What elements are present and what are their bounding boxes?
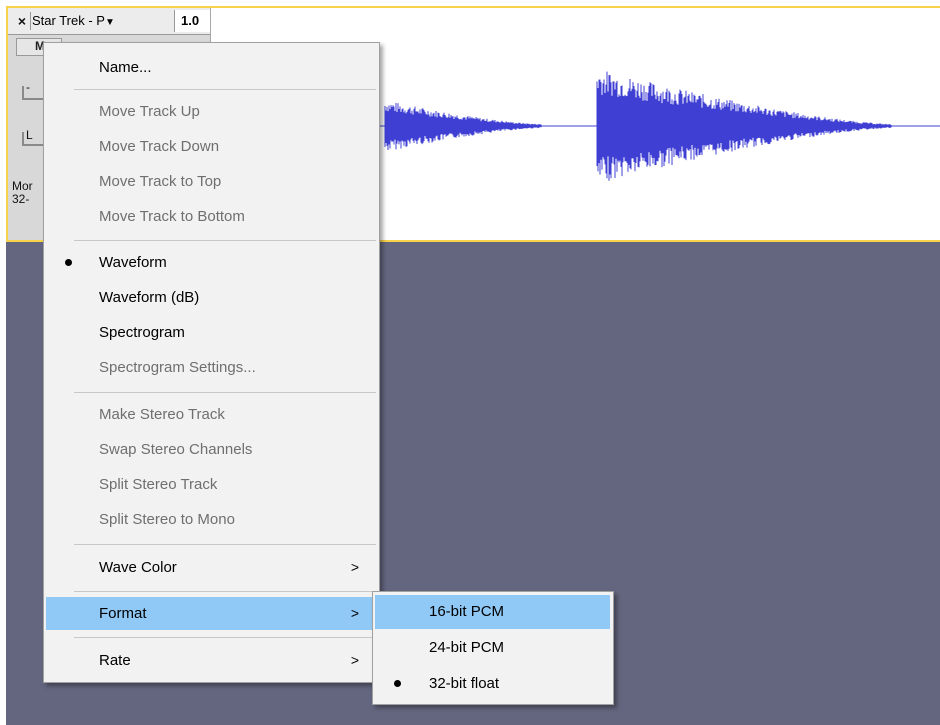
menu-item-spectrogram[interactable]: Spectrogram [46, 316, 377, 349]
submenu-arrow-icon: > [350, 605, 359, 621]
track-header: × Star Trek - P▼ 1.0 [8, 8, 210, 35]
menu-item-rate[interactable]: Rate > [46, 644, 377, 677]
menu-item-make-stereo-track[interactable]: Make Stereo Track [46, 398, 377, 431]
menu-separator [74, 89, 376, 90]
submenu-item-32-bit-float[interactable]: 32-bit float [375, 667, 610, 701]
selected-dot-icon [394, 680, 401, 687]
menu-separator [74, 544, 376, 545]
track-info-format: 32- [12, 192, 30, 206]
menu-item-waveform-db[interactable]: Waveform (dB) [46, 281, 377, 314]
submenu-item-16-bit-pcm[interactable]: 16-bit PCM [375, 595, 610, 629]
submenu-item-24-bit-pcm[interactable]: 24-bit PCM [375, 631, 610, 665]
close-track-button[interactable]: × [14, 12, 31, 30]
track-name-label: Star Trek - P [32, 13, 105, 28]
dropdown-arrow-icon: ▼ [104, 17, 115, 28]
track-name-dropdown[interactable]: Star Trek - P▼ [32, 12, 162, 30]
menu-item-move-track-to-bottom[interactable]: Move Track to Bottom [46, 200, 377, 233]
menu-item-format[interactable]: Format > [46, 597, 377, 630]
submenu-arrow-icon: > [350, 652, 359, 668]
track-context-menu: Name... Move Track Up Move Track Down Mo… [43, 42, 380, 683]
menu-item-swap-stereo-channels[interactable]: Swap Stereo Channels [46, 433, 377, 466]
menu-item-split-stereo-track[interactable]: Split Stereo Track [46, 468, 377, 501]
menu-separator [74, 591, 376, 592]
menu-separator [74, 392, 376, 393]
track-scale-value: 1.0 [174, 10, 210, 32]
menu-item-move-track-to-top[interactable]: Move Track to Top [46, 165, 377, 198]
selected-dot-icon [65, 259, 72, 266]
menu-item-name[interactable]: Name... [46, 51, 377, 84]
menu-separator [74, 637, 376, 638]
format-submenu: 16-bit PCM 24-bit PCM 32-bit float [372, 591, 614, 705]
menu-item-waveform[interactable]: Waveform [46, 246, 377, 279]
menu-item-move-track-down[interactable]: Move Track Down [46, 130, 377, 163]
menu-item-wave-color[interactable]: Wave Color > [46, 551, 377, 584]
track-info: Mor 32- [12, 180, 33, 206]
menu-item-move-track-up[interactable]: Move Track Up [46, 95, 377, 128]
submenu-arrow-icon: > [350, 559, 359, 575]
menu-item-spectrogram-settings[interactable]: Spectrogram Settings... [46, 351, 377, 384]
menu-separator [74, 240, 376, 241]
menu-item-split-stereo-to-mono[interactable]: Split Stereo to Mono [46, 503, 377, 536]
